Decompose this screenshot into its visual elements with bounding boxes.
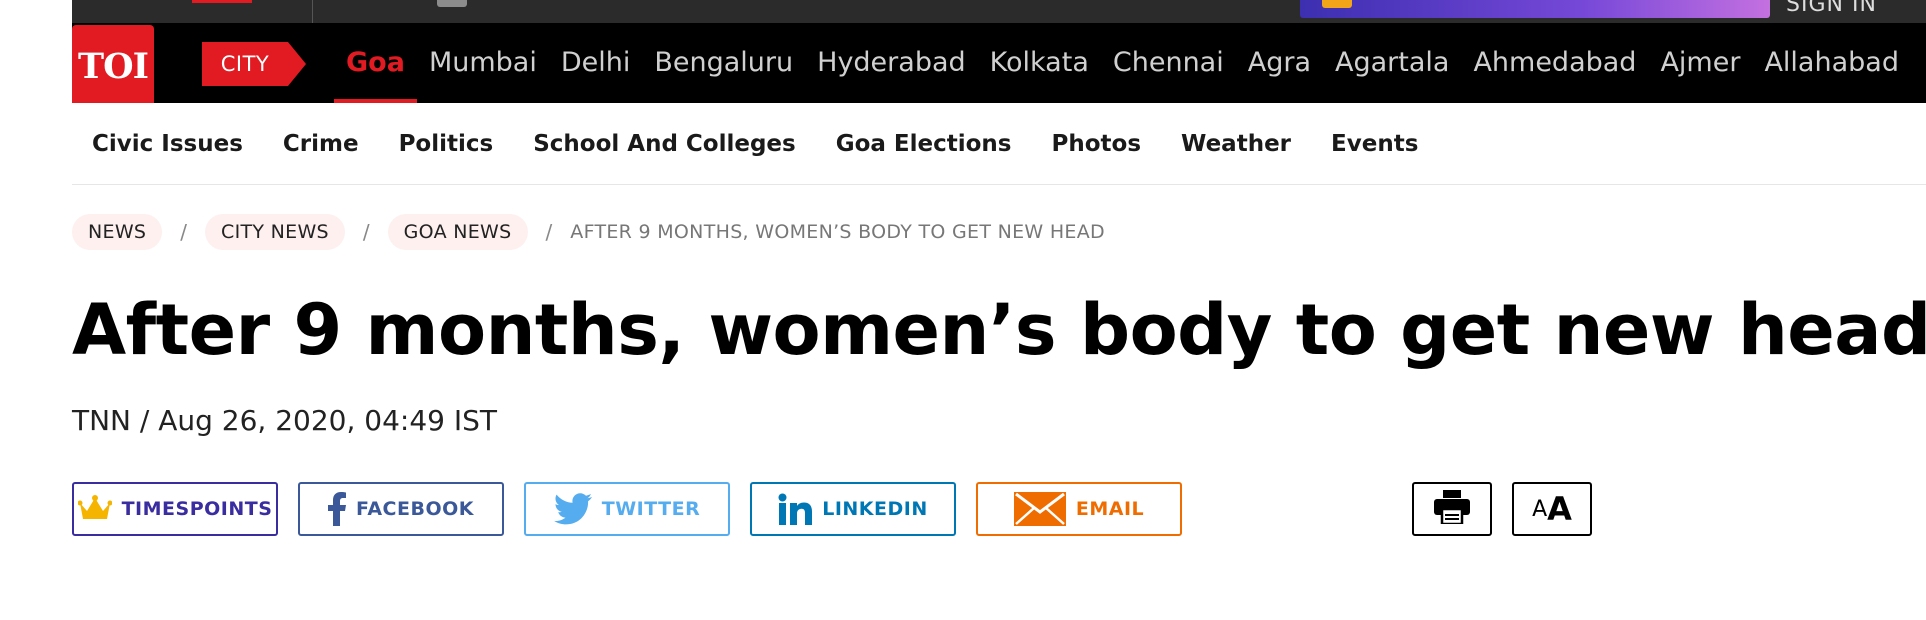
timespoints-promo-banner[interactable] [1300,0,1770,18]
city-link-ajmer[interactable]: Ajmer [1648,23,1752,103]
subnav-crime[interactable]: Crime [283,131,359,157]
twitter-label: TWITTER [601,498,701,520]
crown-icon [77,495,112,523]
city-link-delhi[interactable]: Delhi [549,23,643,103]
city-link-goa[interactable]: Goa [334,23,417,103]
city-link-hyderabad[interactable]: Hyderabad [805,23,978,103]
city-link-allahabad[interactable]: Allahabad [1752,23,1911,103]
font-size-large-glyph: A [1547,490,1572,528]
subnav-civic-issues[interactable]: Civic Issues [92,131,243,157]
breadcrumb-current: AFTER 9 MONTHS, WOMEN’S BODY TO GET NEW … [570,221,1105,243]
breadcrumb-separator: / [545,220,553,244]
city-link-chennai[interactable]: Chennai [1101,23,1236,103]
city-link-bengaluru[interactable]: Bengaluru [642,23,805,103]
toi-logo[interactable]: TOI [72,25,154,103]
subnav-weather[interactable]: Weather [1181,131,1291,157]
subnav-politics[interactable]: Politics [399,131,494,157]
top-gray-stub [437,0,467,7]
subnav-school-and-colleges[interactable]: School And Colleges [533,131,796,157]
crown-icon [1322,0,1352,8]
facebook-icon [328,492,347,526]
subnav-goa-elections[interactable]: Goa Elections [836,131,1012,157]
city-tag-arrow [288,42,306,86]
breadcrumb: NEWS / CITY NEWS / GOA NEWS / AFTER 9 MO… [72,214,1105,250]
city-link-kolkata[interactable]: Kolkata [978,23,1101,103]
timespoints-label: TIMESPOINTS [121,498,273,520]
breadcrumb-news[interactable]: NEWS [72,214,163,250]
email-share-button[interactable]: EMAIL [976,482,1182,536]
print-button[interactable] [1412,482,1492,536]
printer-icon [1434,490,1470,528]
sign-in-link[interactable]: SIGN IN [1786,0,1877,17]
city-link-agra[interactable]: Agra [1236,23,1323,103]
font-size-button[interactable]: A A [1512,482,1592,536]
article-byline: TNN / Aug 26, 2020, 04:49 IST [72,404,498,437]
article-headline: After 9 months, women’s body to get new … [72,289,1926,371]
breadcrumb-separator: / [180,220,188,244]
breadcrumb-separator: / [362,220,370,244]
city-tag-label: CITY [202,42,288,86]
font-size-small-glyph: A [1532,496,1548,522]
city-link-agartala[interactable]: Agartala [1323,23,1461,103]
linkedin-label: LINKEDIN [822,498,928,520]
city-nav-bar: TOI CITY Goa Mumbai Delhi Bengaluru Hyde… [72,23,1926,103]
subnav-events[interactable]: Events [1331,131,1418,157]
email-icon [1013,492,1066,526]
top-red-stub [192,0,252,3]
city-link-ahmedabad[interactable]: Ahmedabad [1461,23,1648,103]
facebook-label: FACEBOOK [356,498,474,520]
linkedin-icon [778,493,813,525]
top-strip: SIGN IN [72,0,1926,23]
email-label: EMAIL [1075,498,1145,520]
breadcrumb-city-news[interactable]: CITY NEWS [205,214,345,250]
twitter-icon [553,493,592,525]
twitter-share-button[interactable]: TWITTER [524,482,730,536]
top-divider [312,0,313,23]
breadcrumb-goa-news[interactable]: GOA NEWS [387,214,528,250]
subnav-photos[interactable]: Photos [1052,131,1142,157]
facebook-share-button[interactable]: FACEBOOK [298,482,504,536]
city-link-mumbai[interactable]: Mumbai [417,23,549,103]
linkedin-share-button[interactable]: LINKEDIN [750,482,956,536]
timespoints-button[interactable]: TIMESPOINTS [72,482,278,536]
city-list: Goa Mumbai Delhi Bengaluru Hyderabad Kol… [334,23,1911,103]
section-sub-nav: Civic Issues Crime Politics School And C… [72,103,1926,185]
